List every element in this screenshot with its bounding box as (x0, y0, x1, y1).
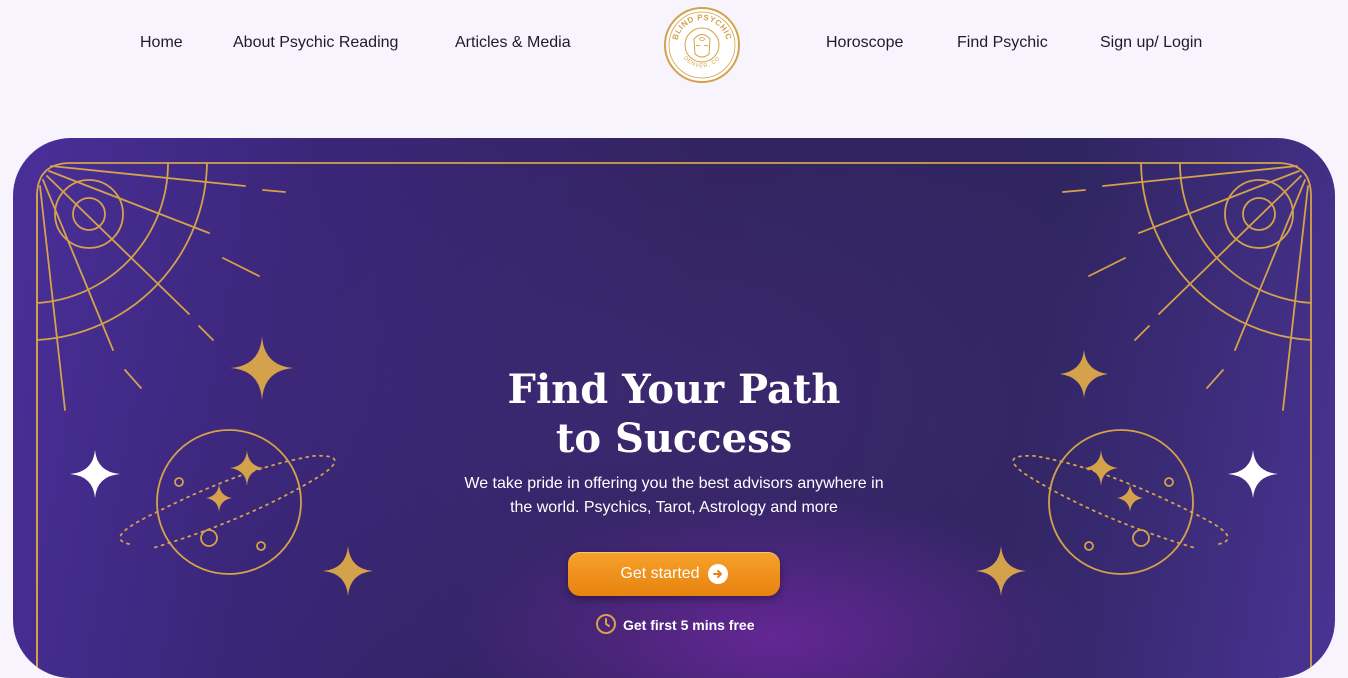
arrow-right-circle-icon (707, 564, 728, 584)
hero-title-line-2: to Success (555, 415, 793, 462)
hero-section: Find Your Path to Success We take pride … (13, 138, 1335, 678)
hero-subtitle-line-2: the world. Psychics, Tarot, Astrology an… (510, 499, 838, 516)
nav-horoscope-link[interactable]: Horoscope (826, 34, 903, 52)
nav-find-psychic-link[interactable]: Find Psychic (957, 34, 1048, 52)
nav-home-link[interactable]: Home (140, 34, 183, 52)
psychic-face-logo-icon: BLIND PSYCHIC DENVER, CO (664, 7, 740, 83)
free-minutes-label: Get first 5 mins free (623, 617, 755, 633)
clock-icon (595, 613, 617, 638)
sparkle-icon (976, 546, 1026, 596)
nav-about-psychic-reading-link[interactable]: About Psychic Reading (233, 34, 398, 52)
hero-subtitle-line-1: We take pride in offering you the best a… (464, 475, 884, 492)
sparkle-icon (323, 546, 373, 596)
get-started-button[interactable]: Get started (568, 552, 780, 596)
nav-articles-media-link[interactable]: Articles & Media (455, 34, 571, 52)
free-minutes-note: Get first 5 mins free (595, 613, 755, 637)
site-logo[interactable]: BLIND PSYCHIC DENVER, CO (663, 6, 741, 84)
get-started-label: Get started (620, 565, 700, 582)
nav-signup-login-link[interactable]: Sign up/ Login (1100, 34, 1202, 52)
hero-title-line-1: Find Your Path (507, 366, 841, 413)
